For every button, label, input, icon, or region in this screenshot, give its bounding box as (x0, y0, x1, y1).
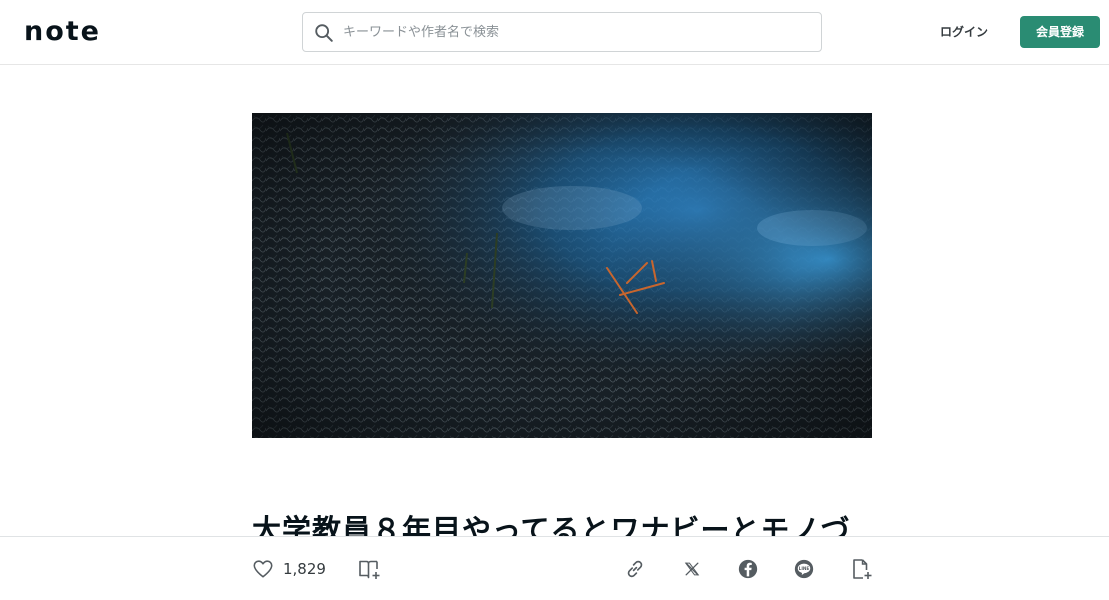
line-icon: LINE (794, 559, 814, 579)
x-icon (684, 562, 700, 576)
search-box[interactable] (302, 12, 822, 52)
heart-icon (253, 560, 273, 578)
login-button[interactable]: ログイン (926, 16, 1002, 48)
link-icon (627, 560, 643, 578)
share-line-button[interactable]: LINE (793, 557, 815, 581)
like-count: 1,829 (283, 560, 326, 578)
share-x-button[interactable] (682, 557, 702, 581)
note-logo[interactable]: note (24, 14, 101, 50)
embed-add-icon (853, 559, 872, 579)
add-to-magazine-button[interactable] (357, 557, 381, 581)
copy-link-button[interactable] (624, 557, 646, 581)
search-input[interactable] (343, 13, 813, 51)
site-header: note ログイン 会員登録 (0, 0, 1109, 65)
action-bar: 1,829 LINE (0, 536, 1109, 600)
search-icon (315, 24, 333, 42)
magazine-add-icon (359, 560, 380, 579)
like-button[interactable]: 1,829 (252, 557, 326, 581)
hero-image (252, 113, 872, 438)
share-facebook-button[interactable] (737, 557, 759, 581)
svg-text:LINE: LINE (799, 566, 810, 571)
signup-button[interactable]: 会員登録 (1020, 16, 1100, 48)
facebook-icon (738, 559, 758, 579)
embed-button[interactable] (849, 557, 873, 581)
